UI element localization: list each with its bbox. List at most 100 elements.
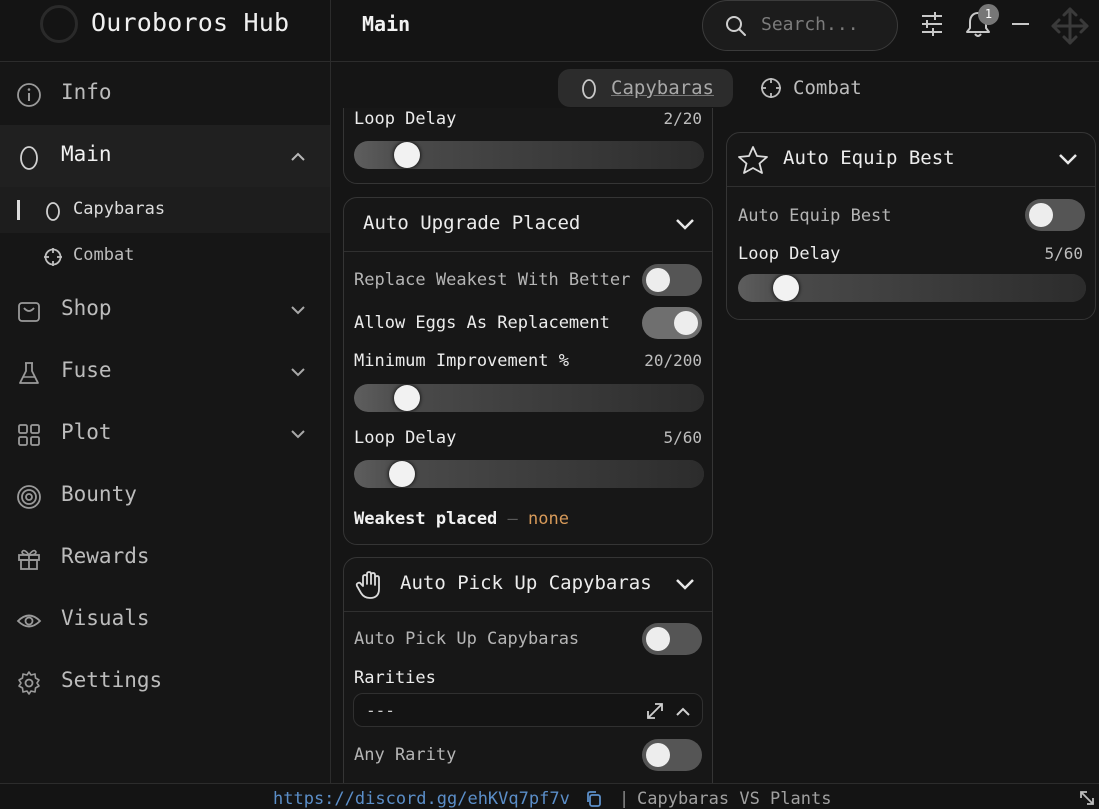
min-improvement-label: Minimum Improvement %	[354, 351, 569, 371]
min-improvement-slider[interactable]	[354, 384, 704, 412]
slider-track	[407, 384, 704, 412]
rarities-dropdown[interactable]: ---	[353, 693, 703, 727]
card-header[interactable]: Auto Equip Best	[727, 133, 1095, 187]
loop-delay-value: 2/20	[663, 109, 702, 128]
app-title: Ouroboros Hub	[91, 8, 290, 37]
replace-weakest-toggle[interactable]	[642, 264, 702, 296]
tab-combat[interactable]: Combat	[748, 69, 878, 107]
flask-icon	[19, 362, 39, 384]
auto-equip-card: Auto Equip Best Auto Equip Best Loop Del…	[726, 132, 1096, 320]
weakest-placed-label: Weakest placed	[354, 509, 498, 529]
sidebar-item-plot[interactable]: Plot	[0, 403, 330, 465]
minimize-icon[interactable]	[1012, 23, 1029, 25]
tab-label: Capybaras	[611, 77, 714, 99]
weakest-placed-value: none	[528, 509, 569, 529]
page-title: Main	[362, 12, 411, 36]
slider-track	[402, 460, 704, 488]
logo-icon	[40, 5, 78, 43]
loop-delay-label: Loop Delay	[354, 109, 457, 129]
loop-delay-slider[interactable]	[354, 460, 704, 488]
slider-thumb[interactable]	[773, 275, 800, 301]
auto-pickup-label: Auto Pick Up Capybaras	[354, 629, 580, 649]
egg-icon	[46, 202, 60, 221]
any-rarity-toggle[interactable]	[642, 739, 702, 771]
egg-icon	[582, 79, 596, 99]
discord-link[interactable]: https://discord.gg/ehKVq7pf7v	[273, 789, 570, 809]
search-icon	[726, 16, 746, 36]
slider-track	[786, 274, 1086, 302]
allow-eggs-toggle[interactable]	[642, 307, 702, 339]
info-icon	[17, 83, 41, 107]
allow-eggs-label: Allow Eggs As Replacement	[354, 313, 610, 333]
card-title: Auto Pick Up Capybaras	[400, 572, 652, 594]
card-header[interactable]: Auto Pick Up Capybaras	[344, 558, 712, 612]
toggle-knob	[646, 268, 670, 292]
search-input[interactable]	[761, 14, 886, 35]
sidebar-item-settings[interactable]: Settings	[0, 651, 330, 713]
weakest-placed-status: Weakest placed – none	[354, 509, 569, 529]
filter-sliders-icon[interactable]	[920, 10, 944, 38]
chevron-down-icon	[676, 219, 694, 230]
chevron-down-icon	[291, 306, 305, 315]
resize-icon[interactable]	[1078, 789, 1096, 807]
auto-equip-toggle[interactable]	[1025, 199, 1085, 231]
loop-delay-slider[interactable]	[738, 274, 1086, 302]
sidebar-item-label: Rewards	[61, 544, 150, 568]
sidebar-item-shop[interactable]: Shop	[0, 279, 330, 341]
toggle-knob	[1029, 203, 1053, 227]
sidebar-item-label: Visuals	[61, 606, 150, 630]
toggle-knob	[646, 743, 670, 767]
expand-icon[interactable]	[644, 700, 666, 722]
sidebar-item-label: Fuse	[61, 358, 112, 382]
tab-capybaras[interactable]: Capybaras	[558, 69, 733, 107]
sidebar-item-label: Main	[61, 142, 112, 166]
card-header[interactable]: Auto Upgrade Placed	[344, 198, 712, 252]
sidebar-item-fuse[interactable]: Fuse	[0, 341, 330, 403]
move-icon[interactable]	[1050, 6, 1090, 46]
sidebar-subitem-combat[interactable]: Combat	[0, 233, 330, 279]
crosshair-icon	[761, 78, 781, 98]
sidebar-item-label: Plot	[61, 420, 112, 444]
toggle-knob	[674, 311, 698, 335]
sidebar-subitem-capybaras[interactable]: Capybaras	[0, 187, 330, 233]
auto-upgrade-card: Auto Upgrade Placed Replace Weakest With…	[343, 197, 713, 545]
grid-icon	[18, 424, 40, 446]
sidebar-item-main[interactable]: Main	[0, 125, 330, 187]
rarities-selected: ---	[366, 701, 395, 720]
crosshair-icon	[44, 248, 62, 266]
chevron-down-icon	[291, 430, 305, 439]
game-name: Capybaras VS Plants	[637, 789, 832, 809]
sidebar-subitem-label: Combat	[73, 245, 135, 265]
footer-separator: |	[619, 789, 630, 809]
rarities-label: Rarities	[354, 668, 436, 688]
sidebar-item-label: Info	[61, 80, 112, 104]
tab-label: Combat	[793, 77, 862, 99]
loop-delay-value: 5/60	[1044, 244, 1083, 263]
gear-icon	[18, 671, 40, 695]
sidebar-item-bounty[interactable]: Bounty	[0, 465, 330, 527]
search-box[interactable]	[702, 0, 898, 51]
auto-equip-label: Auto Equip Best	[738, 206, 892, 226]
slider-track	[407, 141, 704, 169]
sidebar-item-rewards[interactable]: Rewards	[0, 527, 330, 589]
loop-delay-label: Loop Delay	[738, 244, 841, 264]
target-icon	[17, 485, 41, 509]
auto-pickup-toggle[interactable]	[642, 623, 702, 655]
chevron-down-icon	[1059, 154, 1077, 165]
chevron-up-icon[interactable]	[674, 704, 692, 718]
replace-weakest-label: Replace Weakest With Better	[354, 270, 631, 290]
sidebar-item-visuals[interactable]: Visuals	[0, 589, 330, 651]
eye-icon	[16, 614, 42, 628]
loop-delay-slider[interactable]	[354, 141, 704, 169]
gift-icon	[18, 549, 40, 570]
content-area: Loop Delay 2/20 Auto Upgrade Placed Repl…	[331, 108, 1099, 783]
any-rarity-label: Any Rarity	[354, 745, 457, 765]
loop-delay-value: 5/60	[663, 428, 702, 447]
sidebar-item-label: Settings	[61, 668, 163, 692]
sidebar-item-info[interactable]: Info	[0, 63, 330, 125]
card-title: Auto Upgrade Placed	[363, 212, 581, 234]
sidebar: Info Main Capybaras Combat Shop Fuse Plo…	[0, 63, 330, 783]
copy-icon[interactable]	[585, 790, 603, 808]
chevron-up-icon	[291, 152, 305, 161]
weakest-placed-separator: –	[507, 509, 518, 529]
